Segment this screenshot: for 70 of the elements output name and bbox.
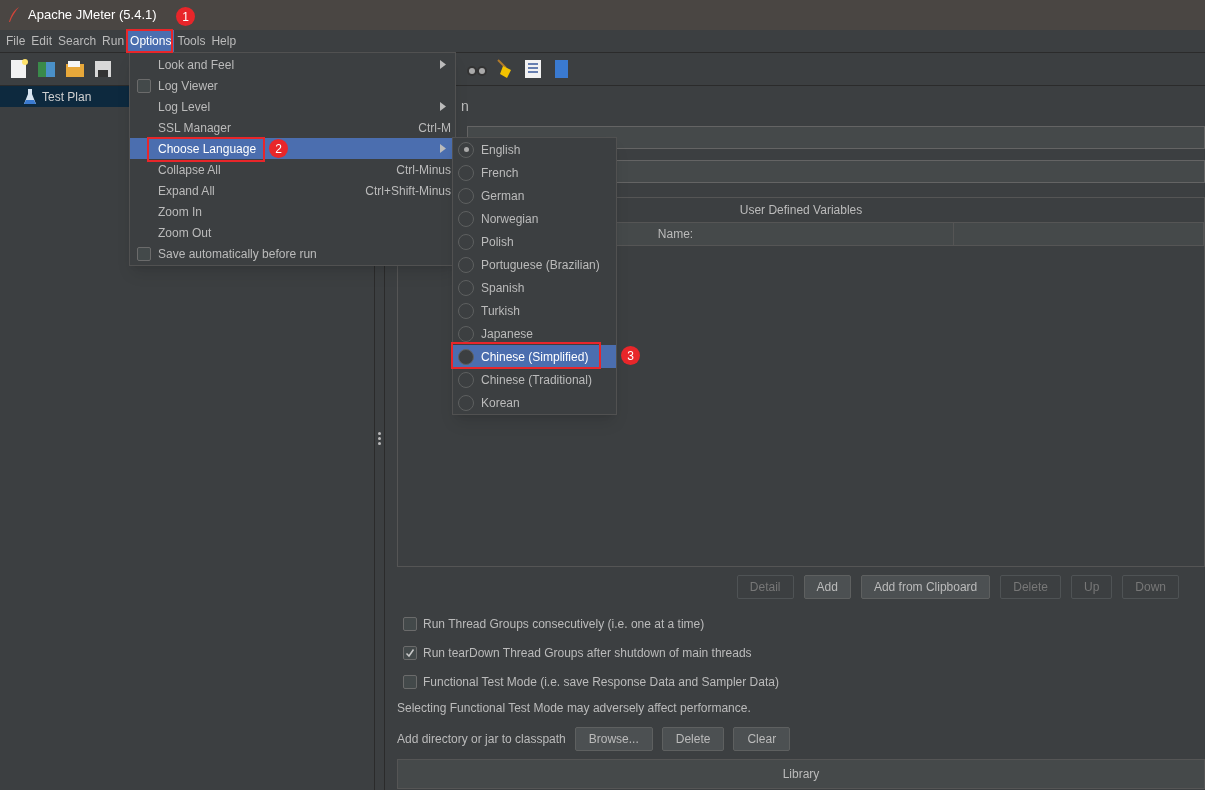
language-option[interactable]: Portuguese (Brazilian) bbox=[453, 253, 616, 276]
language-option[interactable]: Korean bbox=[453, 391, 616, 414]
radio-button[interactable] bbox=[458, 187, 474, 204]
radio-button[interactable] bbox=[458, 279, 474, 296]
save-icon[interactable] bbox=[92, 58, 114, 80]
menu-item[interactable]: Log Viewer bbox=[130, 75, 455, 96]
menu-item[interactable]: File bbox=[3, 30, 29, 52]
language-option[interactable]: German bbox=[453, 184, 616, 207]
table-title: User Defined Variables bbox=[739, 202, 863, 219]
radio-button[interactable] bbox=[458, 141, 474, 158]
warning-text: Selecting Functional Test Mode may adversely affect performance. bbox=[397, 700, 752, 717]
radio-button[interactable] bbox=[458, 371, 474, 388]
feather-icon bbox=[8, 7, 20, 23]
menu-item[interactable]: Collapse All Ctrl-Minus bbox=[130, 159, 455, 180]
menu-item[interactable]: Expand All Ctrl+Shift-Minus bbox=[130, 180, 455, 201]
language-option[interactable]: Japanese bbox=[453, 322, 616, 345]
folder-icon[interactable] bbox=[64, 58, 86, 80]
radio-button[interactable] bbox=[458, 256, 474, 273]
checkbox-label[interactable]: Run Thread Groups consecutively (i.e. one at a time) bbox=[423, 615, 705, 633]
radio-button[interactable] bbox=[458, 210, 474, 227]
checkbox[interactable] bbox=[403, 617, 417, 631]
table-button[interactable]: Add from Clipboard bbox=[860, 575, 991, 599]
classpath-button[interactable]: Browse... bbox=[574, 727, 653, 751]
radio-button[interactable] bbox=[458, 164, 474, 181]
checkbox[interactable] bbox=[403, 675, 417, 689]
shortcut-text: Ctrl-Minus bbox=[396, 161, 451, 179]
classpath-button[interactable]: Clear bbox=[733, 727, 791, 751]
classpath-label: Add directory or jar to classpath bbox=[397, 731, 566, 748]
new-file-icon[interactable] bbox=[8, 58, 30, 80]
radio-button[interactable] bbox=[458, 233, 474, 250]
radio-button[interactable] bbox=[458, 325, 474, 342]
splitter-handle-icon[interactable] bbox=[378, 431, 381, 445]
language-option[interactable]: Chinese (Simplified) bbox=[453, 345, 616, 368]
menu-item[interactable]: SSL Manager Ctrl-M bbox=[130, 117, 455, 138]
classpath-button[interactable]: Delete bbox=[661, 727, 725, 751]
checkbox[interactable] bbox=[403, 646, 417, 660]
language-option[interactable]: English bbox=[453, 138, 616, 161]
shortcut-text: Ctrl-M bbox=[418, 119, 451, 137]
submenu-arrow-icon bbox=[440, 144, 446, 153]
radio-button[interactable] bbox=[458, 348, 474, 365]
menu-item[interactable]: Save automatically before run bbox=[130, 243, 455, 264]
menu-item[interactable]: Help bbox=[208, 30, 240, 52]
language-option[interactable]: French bbox=[453, 161, 616, 184]
shortcut-text: Ctrl+Shift-Minus bbox=[365, 182, 451, 200]
language-option[interactable]: Turkish bbox=[453, 299, 616, 322]
radio-button[interactable] bbox=[458, 394, 474, 411]
menu-item[interactable]: Run bbox=[99, 30, 128, 52]
checkbox-label[interactable]: Run tearDown Thread Groups after shutdown of main threads bbox=[423, 644, 752, 662]
annotation-badge: 3 bbox=[621, 346, 640, 365]
checkbox-label[interactable]: Functional Test Mode (i.e. save Response Data and Sampler Data) bbox=[423, 673, 779, 691]
radio-button[interactable] bbox=[458, 302, 474, 319]
highlight-rectangle bbox=[126, 29, 173, 53]
table-button[interactable]: Add bbox=[803, 575, 851, 599]
menu-item[interactable]: Tools bbox=[174, 30, 209, 52]
menu-item[interactable]: Log Level bbox=[130, 96, 455, 117]
menu-item[interactable]: Edit bbox=[28, 30, 56, 52]
panel-title: n bbox=[461, 96, 469, 116]
menu-item[interactable]: Look and Feel bbox=[130, 54, 455, 75]
list-icon[interactable] bbox=[522, 58, 544, 80]
language-option[interactable]: Spanish bbox=[453, 276, 616, 299]
column-header[interactable]: Library bbox=[398, 760, 1204, 788]
menu-checkbox[interactable] bbox=[137, 78, 151, 93]
flask-icon bbox=[24, 88, 36, 105]
window-title: Apache JMeter (5.4.1) bbox=[28, 6, 157, 25]
submenu-arrow-icon bbox=[440, 102, 446, 111]
menu-checkbox[interactable] bbox=[137, 246, 151, 261]
submenu-arrow-icon bbox=[440, 60, 446, 69]
menu-item[interactable]: Search bbox=[55, 30, 100, 52]
language-option[interactable]: Chinese (Traditional) bbox=[453, 368, 616, 391]
menu-item[interactable]: Zoom In bbox=[130, 201, 455, 222]
